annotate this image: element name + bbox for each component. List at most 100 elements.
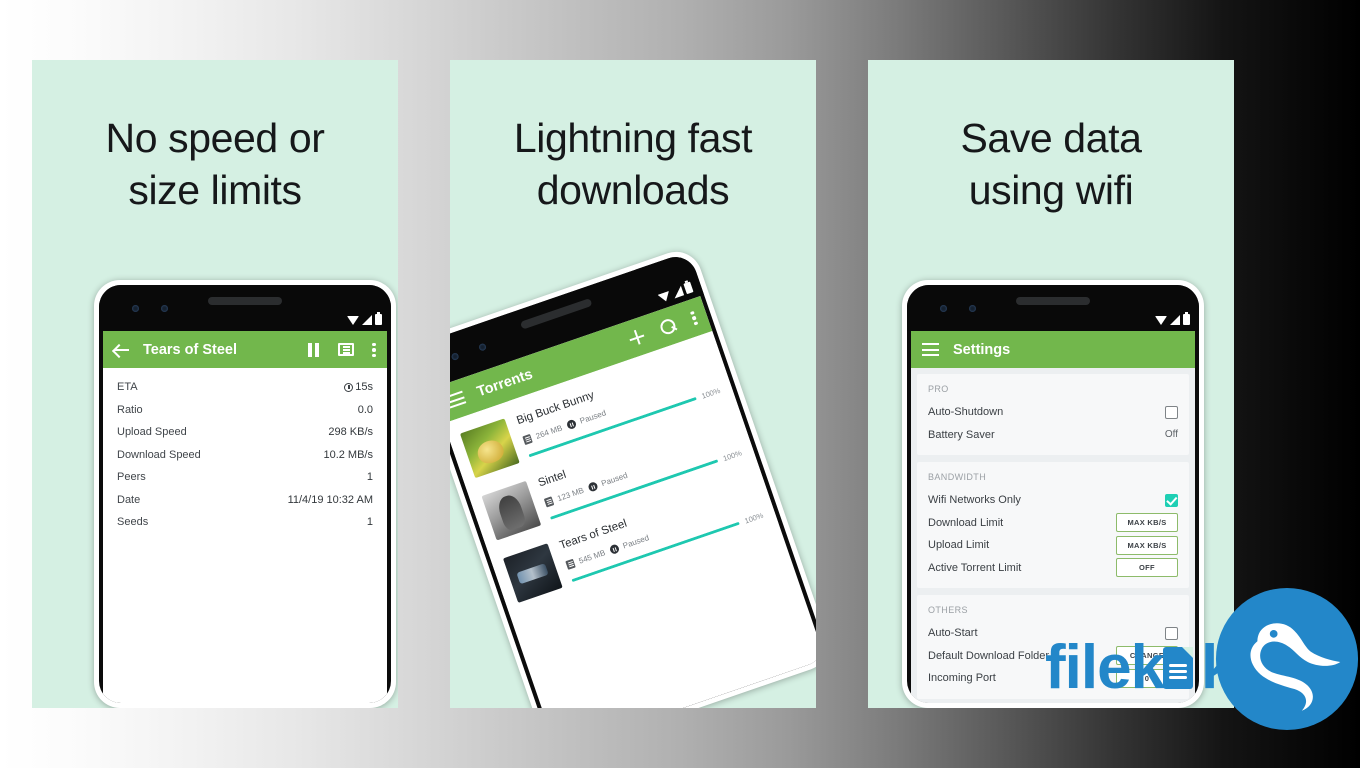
detail-label: Peers [117, 471, 146, 484]
front-camera-icon [940, 305, 947, 312]
wifi-icon [347, 316, 359, 325]
app-bar-settings: Settings [911, 331, 1195, 368]
phone-bezel-top-1 [99, 285, 391, 331]
torrent-status: Paused [621, 533, 651, 551]
settings-row[interactable]: Download Limit MAX KB/S [928, 512, 1178, 535]
pause-status-icon [586, 481, 599, 493]
detail-row: Peers 1 [117, 466, 373, 489]
file-icon [543, 496, 555, 508]
pause-status-icon [608, 543, 620, 556]
panel-3-headline: Save data using wifi [960, 115, 1142, 214]
detail-value: 298 KB/s [328, 426, 373, 439]
progress-percent: 100% [721, 448, 743, 464]
progress-percent: 100% [743, 510, 765, 526]
detail-label: Upload Speed [117, 426, 187, 439]
settings-row[interactable]: Auto-Shutdown [928, 401, 1178, 424]
list-view-icon[interactable] [338, 343, 354, 356]
settings-row[interactable]: Default Download Folder CHANGE [928, 645, 1178, 668]
setting-value: Off [1164, 429, 1178, 441]
settings-section-pro: PRO Auto-Shutdown Battery Saver Off [917, 374, 1189, 455]
detail-label: Download Speed [117, 448, 201, 461]
status-bar-1 [347, 312, 382, 325]
wifi-icon [657, 290, 672, 304]
panel-1-headline: No speed or size limits [105, 115, 325, 214]
phone-mockup-1: Tears of Steel ETA 15s Ratio 0.0 Upload … [94, 280, 396, 708]
torrent-thumbnail-icon [459, 418, 520, 479]
front-camera-icon [450, 352, 460, 362]
detail-row: Seeds 1 [117, 511, 373, 534]
front-camera-icon [132, 305, 139, 312]
download-limit-button[interactable]: MAX KB/S [1116, 513, 1178, 533]
section-header: PRO [928, 384, 949, 394]
clock-icon [344, 382, 354, 392]
setting-label: Wifi Networks Only [928, 494, 1021, 507]
phone-screen-3: Settings PRO Auto-Shutdown Battery Saver [911, 331, 1195, 703]
overflow-menu-icon[interactable] [372, 342, 376, 358]
torrent-progress: 100% [571, 510, 765, 585]
checkbox-wifi-networks-only[interactable] [1165, 493, 1178, 507]
detail-value: 15s [344, 381, 373, 393]
setting-label: Battery Saver [928, 428, 995, 441]
phone-mockup-3: Settings PRO Auto-Shutdown Battery Saver [902, 280, 1204, 708]
detail-row: Upload Speed 298 KB/s [117, 421, 373, 444]
settings-row[interactable]: Wifi Networks Only [928, 489, 1178, 512]
detail-label: Ratio [117, 403, 143, 416]
feature-panel-2: Lightning fast downloads Torrents Big Bu… [450, 60, 816, 708]
settings-row[interactable]: Incoming Port 0 [928, 667, 1178, 690]
phone-body-3: Settings PRO Auto-Shutdown Battery Saver [907, 285, 1199, 703]
front-camera-secondary-icon [478, 342, 487, 352]
settings-row[interactable]: Active Torrent Limit OFF [928, 557, 1178, 580]
screenshot-stage: No speed or size limits Tears of Steel E… [0, 0, 1360, 768]
back-arrow-icon[interactable] [114, 342, 129, 357]
file-icon [565, 558, 576, 570]
settings-row[interactable]: Upload Limit MAX KB/S [928, 534, 1178, 557]
feature-panel-1: No speed or size limits Tears of Steel E… [32, 60, 398, 708]
setting-label: Incoming Port [928, 672, 996, 685]
checkbox-auto-start[interactable] [1165, 626, 1178, 640]
phone-body-1: Tears of Steel ETA 15s Ratio 0.0 Upload … [99, 285, 391, 703]
signal-icon [1170, 315, 1180, 325]
battery-icon [683, 281, 694, 295]
change-download-folder-button[interactable]: CHANGE [1116, 646, 1178, 666]
detail-row: Download Speed 10.2 MB/s [117, 444, 373, 467]
hamburger-menu-icon[interactable] [450, 390, 467, 409]
active-torrent-limit-button[interactable]: OFF [1116, 558, 1178, 578]
pause-icon[interactable] [308, 342, 320, 357]
settings-row[interactable]: Auto-Start [928, 622, 1178, 645]
incoming-port-button[interactable]: 0 [1116, 668, 1178, 688]
panel-2-headline: Lightning fast downloads [513, 115, 753, 214]
settings-row[interactable]: Battery Saver Off [928, 424, 1178, 447]
front-camera-secondary-icon [969, 305, 976, 312]
detail-value: 11/4/19 10:32 AM [287, 493, 373, 506]
progress-percent: 100% [700, 385, 722, 401]
phone-body-2: Torrents Big Buck Bunny 264 MB Paused 10… [450, 251, 816, 708]
section-header: OTHERS [928, 605, 968, 615]
battery-icon [1183, 312, 1190, 325]
settings-list: PRO Auto-Shutdown Battery Saver Off BAND… [911, 368, 1195, 703]
phone-mockup-2: Torrents Big Buck Bunny 264 MB Paused 10… [450, 244, 816, 708]
setting-label: Download Limit [928, 516, 1004, 529]
detail-row: ETA 15s [117, 376, 373, 399]
phone-bezel-top-3 [907, 285, 1199, 331]
torrent-status: Paused [600, 470, 629, 489]
earpiece-speaker-icon [1016, 297, 1090, 305]
pause-status-icon [565, 418, 577, 431]
overflow-menu-icon[interactable] [689, 309, 698, 326]
feature-panel-3: Save data using wifi Settings PRO Auto-S… [868, 60, 1234, 708]
detail-value: 1 [366, 516, 373, 529]
earpiece-speaker-icon [519, 298, 593, 330]
app-bar-torrent-detail: Tears of Steel [103, 331, 387, 368]
settings-section-others: OTHERS Auto-Start Default Download Folde… [917, 595, 1189, 699]
checkbox-auto-shutdown[interactable] [1165, 405, 1178, 419]
detail-value: 10.2 MB/s [323, 448, 373, 461]
torrent-thumbnail-icon [502, 543, 563, 603]
detail-value-text: 15s [355, 381, 373, 394]
upload-limit-button[interactable]: MAX KB/S [1116, 535, 1178, 555]
detail-value: 0.0 [357, 403, 373, 416]
hamburger-menu-icon[interactable] [922, 343, 939, 356]
torrent-status: Paused [578, 408, 608, 426]
search-icon[interactable] [658, 317, 677, 336]
setting-label: Active Torrent Limit [928, 561, 1022, 574]
detail-label: ETA [117, 381, 138, 394]
setting-label: Auto-Start [928, 627, 978, 640]
